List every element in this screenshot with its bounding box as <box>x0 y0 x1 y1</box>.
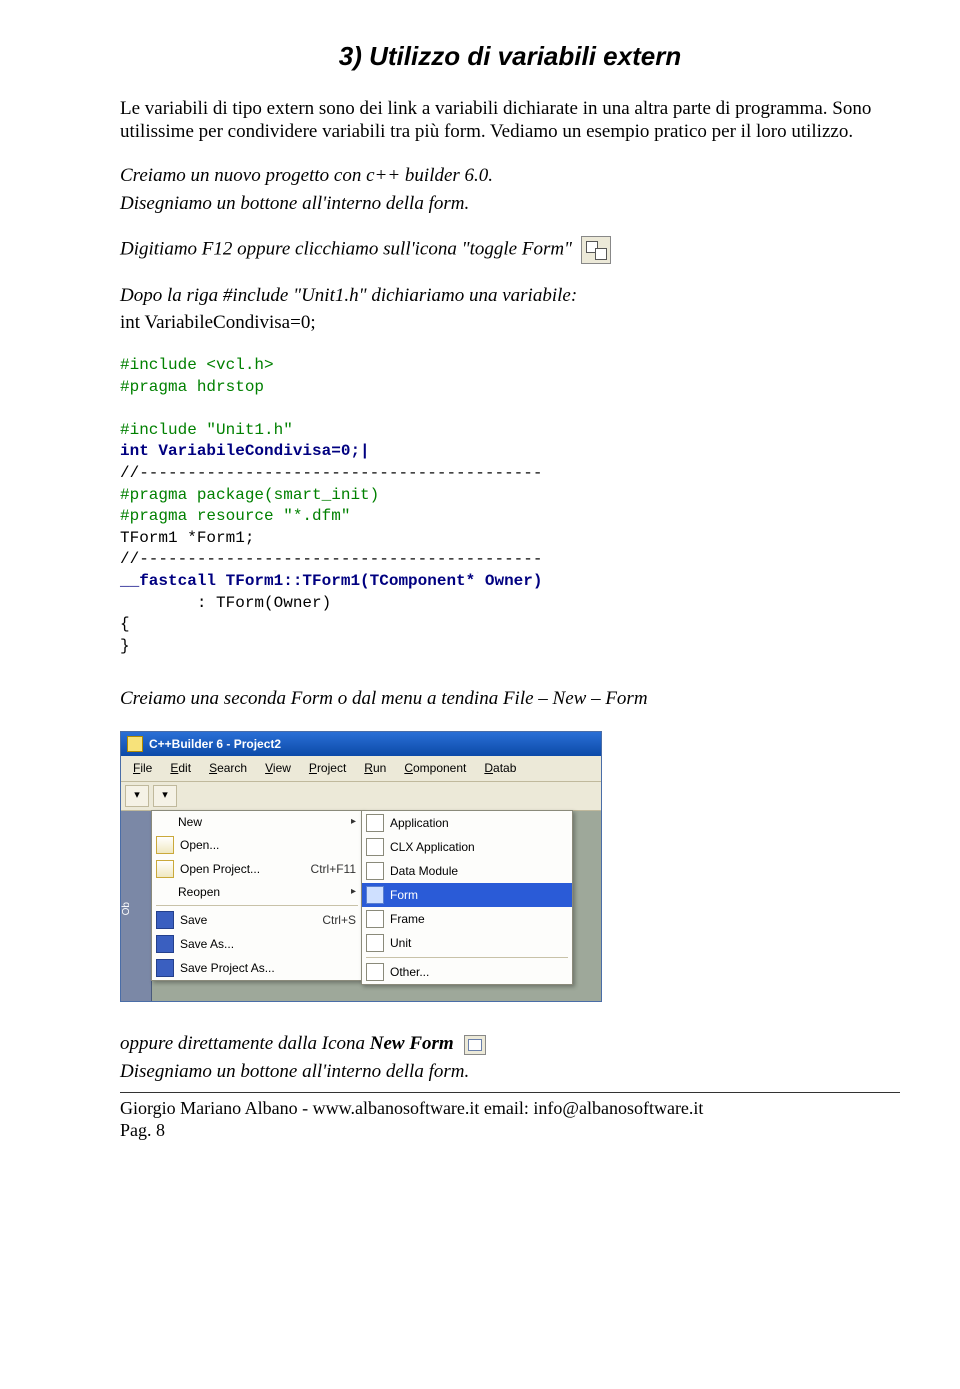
step-draw-button-1: Disegniamo un bottone all'interno della … <box>120 192 900 216</box>
intro-paragraph: Le variabili di tipo extern sono dei lin… <box>120 97 900 145</box>
submenu-item-form[interactable]: Form <box>362 883 572 907</box>
menu-item-reopen[interactable]: Reopen <box>152 881 362 903</box>
footer-author-line: Giorgio Mariano Albano - www.albanosoftw… <box>120 1097 900 1120</box>
floppy-icon <box>156 911 174 929</box>
menu-separator <box>366 957 568 958</box>
submenu-item-data-module[interactable]: Data Module <box>362 859 572 883</box>
blank-icon <box>156 814 172 830</box>
section-title: 3) Utilizzo di variabili extern <box>120 40 900 73</box>
toolbar-button[interactable]: ▾ <box>125 785 149 807</box>
blank-icon <box>156 884 172 900</box>
folder-open-icon <box>156 836 174 854</box>
toggle-form-icon <box>581 236 611 264</box>
footer-rule <box>120 1092 900 1093</box>
shortcut-label: Ctrl+S <box>322 913 356 928</box>
other-icon <box>366 963 384 981</box>
step-declare-variable: Dopo la riga #include "Unit1.h" dichiari… <box>120 284 900 308</box>
menu-search[interactable]: Search <box>201 759 255 778</box>
variable-declaration-text: int VariabileCondivisa=0; <box>120 311 900 335</box>
new-form-icon <box>464 1035 486 1055</box>
shortcut-label: Ctrl+F11 <box>311 862 356 877</box>
menu-view[interactable]: View <box>257 759 299 778</box>
ide-window: C++Builder 6 - Project2 File Edit Search… <box>120 731 602 1002</box>
menu-project[interactable]: Project <box>301 759 354 778</box>
menu-item-save-as[interactable]: Save As... <box>152 932 362 956</box>
window-title: C++Builder 6 - Project2 <box>149 737 281 752</box>
menu-file[interactable]: File <box>125 759 160 778</box>
new-submenu: Application CLX Application Data Module … <box>361 810 573 985</box>
data-module-icon <box>366 862 384 880</box>
clx-application-icon <box>366 838 384 856</box>
step-create-second-form: Creiamo una seconda Form o dal menu a te… <box>120 687 900 711</box>
step-draw-button-2: Disegniamo un bottone all'interno della … <box>120 1060 900 1084</box>
step-f12-toggle: Digitiamo F12 oppure clicchiamo sull'ico… <box>120 238 572 259</box>
menu-edit[interactable]: Edit <box>162 759 199 778</box>
floppy-icon <box>156 935 174 953</box>
submenu-item-unit[interactable]: Unit <box>362 931 572 955</box>
submenu-item-clx-application[interactable]: CLX Application <box>362 835 572 859</box>
toolbar-button[interactable]: ▾ <box>153 785 177 807</box>
menu-separator <box>156 905 358 906</box>
object-inspector-tab[interactable]: Ob <box>121 811 152 1001</box>
window-titlebar: C++Builder 6 - Project2 <box>121 732 601 756</box>
submenu-item-frame[interactable]: Frame <box>362 907 572 931</box>
menubar[interactable]: File Edit Search View Project Run Compon… <box>121 756 601 782</box>
menu-item-new[interactable]: New <box>152 811 362 833</box>
application-icon <box>366 814 384 832</box>
code-snippet: #include <vcl.h> #pragma hdrstop #includ… <box>120 355 900 657</box>
step-direct-icon: oppure direttamente dalla Icona New Form <box>120 1032 900 1056</box>
frame-icon <box>366 910 384 928</box>
menu-run[interactable]: Run <box>356 759 394 778</box>
submenu-item-other[interactable]: Other... <box>362 960 572 984</box>
form-icon <box>366 886 384 904</box>
menu-item-save-project-as[interactable]: Save Project As... <box>152 956 362 980</box>
page-number: Pag. 8 <box>120 1119 900 1142</box>
menu-item-save[interactable]: Save Ctrl+S <box>152 908 362 932</box>
menu-item-open-project[interactable]: Open Project... Ctrl+F11 <box>152 857 362 881</box>
submenu-item-application[interactable]: Application <box>362 811 572 835</box>
menu-item-open[interactable]: Open... <box>152 833 362 857</box>
step-create-project: Creiamo un nuovo progetto con c++ builde… <box>120 164 900 188</box>
menu-database[interactable]: Datab <box>476 759 524 778</box>
menu-component[interactable]: Component <box>396 759 474 778</box>
app-icon <box>127 736 143 752</box>
toolbar: ▾ ▾ <box>121 782 601 811</box>
floppy-project-icon <box>156 959 174 977</box>
file-menu-dropdown: New Open... Open Project... Ctrl+F11 Reo… <box>151 810 363 981</box>
folder-project-icon <box>156 860 174 878</box>
unit-icon <box>366 934 384 952</box>
